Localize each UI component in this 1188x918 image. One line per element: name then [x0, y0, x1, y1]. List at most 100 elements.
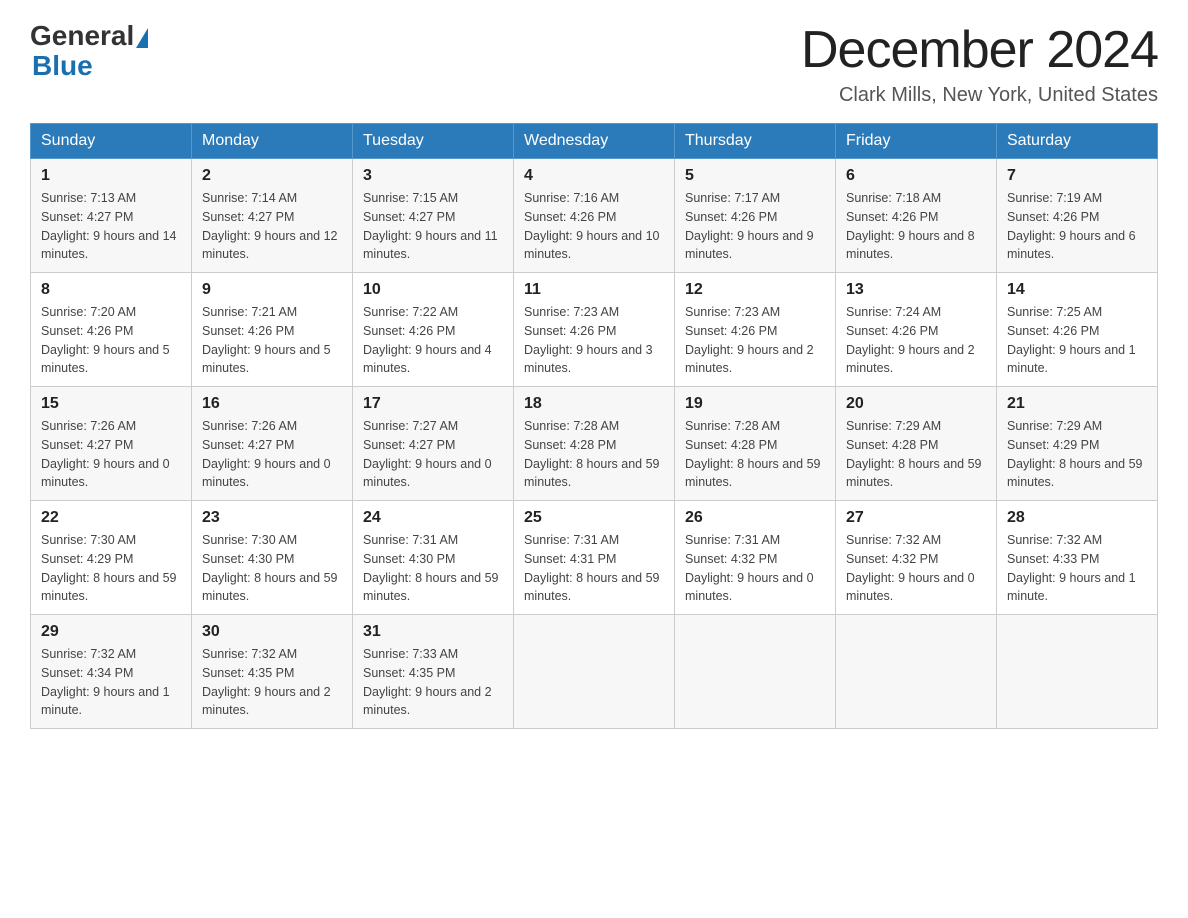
day-info: Sunrise: 7:22 AMSunset: 4:26 PMDaylight:…: [363, 303, 503, 378]
day-info: Sunrise: 7:27 AMSunset: 4:27 PMDaylight:…: [363, 417, 503, 492]
day-info: Sunrise: 7:26 AMSunset: 4:27 PMDaylight:…: [202, 417, 342, 492]
calendar-cell: 17 Sunrise: 7:27 AMSunset: 4:27 PMDayligh…: [353, 387, 514, 501]
day-info: Sunrise: 7:16 AMSunset: 4:26 PMDaylight:…: [524, 189, 664, 264]
day-info: Sunrise: 7:26 AMSunset: 4:27 PMDaylight:…: [41, 417, 181, 492]
day-number: 21: [1007, 395, 1147, 413]
weekday-header-tuesday: Tuesday: [353, 124, 514, 159]
day-number: 6: [846, 167, 986, 185]
calendar-cell: 27 Sunrise: 7:32 AMSunset: 4:32 PMDayligh…: [836, 501, 997, 615]
day-info: Sunrise: 7:28 AMSunset: 4:28 PMDaylight:…: [524, 417, 664, 492]
calendar-cell: [675, 615, 836, 729]
calendar-week-row: 8 Sunrise: 7:20 AMSunset: 4:26 PMDaylight…: [31, 273, 1158, 387]
day-info: Sunrise: 7:33 AMSunset: 4:35 PMDaylight:…: [363, 645, 503, 720]
calendar-cell: [836, 615, 997, 729]
logo-blue-text: Blue: [32, 50, 93, 81]
day-info: Sunrise: 7:17 AMSunset: 4:26 PMDaylight:…: [685, 189, 825, 264]
day-number: 26: [685, 509, 825, 527]
day-number: 13: [846, 281, 986, 299]
calendar-cell: 19 Sunrise: 7:28 AMSunset: 4:28 PMDayligh…: [675, 387, 836, 501]
day-info: Sunrise: 7:14 AMSunset: 4:27 PMDaylight:…: [202, 189, 342, 264]
month-title: December 2024: [801, 20, 1158, 80]
day-number: 20: [846, 395, 986, 413]
title-block: December 2024 Clark Mills, New York, Uni…: [801, 20, 1158, 107]
weekday-header-thursday: Thursday: [675, 124, 836, 159]
day-info: Sunrise: 7:32 AMSunset: 4:35 PMDaylight:…: [202, 645, 342, 720]
day-number: 11: [524, 281, 664, 299]
calendar-cell: 21 Sunrise: 7:29 AMSunset: 4:29 PMDayligh…: [997, 387, 1158, 501]
day-number: 15: [41, 395, 181, 413]
day-number: 14: [1007, 281, 1147, 299]
day-number: 23: [202, 509, 342, 527]
calendar-cell: 13 Sunrise: 7:24 AMSunset: 4:26 PMDayligh…: [836, 273, 997, 387]
calendar-cell: 11 Sunrise: 7:23 AMSunset: 4:26 PMDayligh…: [514, 273, 675, 387]
day-info: Sunrise: 7:28 AMSunset: 4:28 PMDaylight:…: [685, 417, 825, 492]
calendar-cell: 15 Sunrise: 7:26 AMSunset: 4:27 PMDayligh…: [31, 387, 192, 501]
calendar-cell: 14 Sunrise: 7:25 AMSunset: 4:26 PMDayligh…: [997, 273, 1158, 387]
weekday-header-monday: Monday: [192, 124, 353, 159]
calendar-cell: 2Sunrise: 7:14 AMSunset: 4:27 PMDaylight…: [192, 159, 353, 273]
day-info: Sunrise: 7:32 AMSunset: 4:34 PMDaylight:…: [41, 645, 181, 720]
day-info: Sunrise: 7:30 AMSunset: 4:29 PMDaylight:…: [41, 531, 181, 606]
day-info: Sunrise: 7:31 AMSunset: 4:31 PMDaylight:…: [524, 531, 664, 606]
day-number: 19: [685, 395, 825, 413]
weekday-header-saturday: Saturday: [997, 124, 1158, 159]
calendar-cell: 7 Sunrise: 7:19 AMSunset: 4:26 PMDaylight…: [997, 159, 1158, 273]
day-number: 31: [363, 623, 503, 641]
calendar-cell: [514, 615, 675, 729]
day-info: Sunrise: 7:15 AMSunset: 4:27 PMDaylight:…: [363, 189, 503, 264]
calendar-cell: 31 Sunrise: 7:33 AMSunset: 4:35 PMDayligh…: [353, 615, 514, 729]
day-number: 5: [685, 167, 825, 185]
calendar-table: SundayMondayTuesdayWednesdayThursdayFrid…: [30, 123, 1158, 729]
calendar-cell: 23Sunrise: 7:30 AMSunset: 4:30 PMDayligh…: [192, 501, 353, 615]
calendar-cell: 1 Sunrise: 7:13 AMSunset: 4:27 PMDaylight…: [31, 159, 192, 273]
day-number: 7: [1007, 167, 1147, 185]
day-info: Sunrise: 7:19 AMSunset: 4:26 PMDaylight:…: [1007, 189, 1147, 264]
day-number: 1: [41, 167, 181, 185]
day-number: 18: [524, 395, 664, 413]
calendar-cell: 26 Sunrise: 7:31 AMSunset: 4:32 PMDayligh…: [675, 501, 836, 615]
weekday-header-sunday: Sunday: [31, 124, 192, 159]
day-info: Sunrise: 7:21 AMSunset: 4:26 PMDaylight:…: [202, 303, 342, 378]
day-info: Sunrise: 7:29 AMSunset: 4:29 PMDaylight:…: [1007, 417, 1147, 492]
day-info: Sunrise: 7:31 AMSunset: 4:32 PMDaylight:…: [685, 531, 825, 606]
location-title: Clark Mills, New York, United States: [801, 84, 1158, 107]
day-info: Sunrise: 7:24 AMSunset: 4:26 PMDaylight:…: [846, 303, 986, 378]
day-number: 8: [41, 281, 181, 299]
calendar-cell: 16Sunrise: 7:26 AMSunset: 4:27 PMDayligh…: [192, 387, 353, 501]
day-number: 17: [363, 395, 503, 413]
calendar-cell: 29 Sunrise: 7:32 AMSunset: 4:34 PMDayligh…: [31, 615, 192, 729]
logo-general-text: General: [30, 20, 134, 52]
calendar-cell: 8 Sunrise: 7:20 AMSunset: 4:26 PMDaylight…: [31, 273, 192, 387]
day-info: Sunrise: 7:13 AMSunset: 4:27 PMDaylight:…: [41, 189, 181, 264]
day-info: Sunrise: 7:23 AMSunset: 4:26 PMDaylight:…: [685, 303, 825, 378]
calendar-cell: 4Sunrise: 7:16 AMSunset: 4:26 PMDaylight…: [514, 159, 675, 273]
calendar-cell: 28Sunrise: 7:32 AMSunset: 4:33 PMDayligh…: [997, 501, 1158, 615]
calendar-cell: 12 Sunrise: 7:23 AMSunset: 4:26 PMDayligh…: [675, 273, 836, 387]
day-number: 10: [363, 281, 503, 299]
day-info: Sunrise: 7:25 AMSunset: 4:26 PMDaylight:…: [1007, 303, 1147, 378]
day-number: 22: [41, 509, 181, 527]
weekday-header-wednesday: Wednesday: [514, 124, 675, 159]
calendar-cell: 30 Sunrise: 7:32 AMSunset: 4:35 PMDayligh…: [192, 615, 353, 729]
calendar-week-row: 15 Sunrise: 7:26 AMSunset: 4:27 PMDayligh…: [31, 387, 1158, 501]
day-number: 27: [846, 509, 986, 527]
calendar-cell: 10 Sunrise: 7:22 AMSunset: 4:26 PMDayligh…: [353, 273, 514, 387]
calendar-cell: [997, 615, 1158, 729]
day-number: 25: [524, 509, 664, 527]
day-info: Sunrise: 7:20 AMSunset: 4:26 PMDaylight:…: [41, 303, 181, 378]
day-number: 30: [202, 623, 342, 641]
day-number: 12: [685, 281, 825, 299]
logo-triangle-icon: [136, 28, 148, 48]
logo: General Blue: [30, 20, 148, 82]
day-info: Sunrise: 7:32 AMSunset: 4:32 PMDaylight:…: [846, 531, 986, 606]
weekday-header-friday: Friday: [836, 124, 997, 159]
day-number: 29: [41, 623, 181, 641]
calendar-cell: 25 Sunrise: 7:31 AMSunset: 4:31 PMDayligh…: [514, 501, 675, 615]
calendar-cell: 20Sunrise: 7:29 AMSunset: 4:28 PMDayligh…: [836, 387, 997, 501]
calendar-cell: 6Sunrise: 7:18 AMSunset: 4:26 PMDaylight…: [836, 159, 997, 273]
page-header: General Blue December 2024 Clark Mills, …: [30, 20, 1158, 107]
calendar-header-row: SundayMondayTuesdayWednesdayThursdayFrid…: [31, 124, 1158, 159]
calendar-week-row: 22 Sunrise: 7:30 AMSunset: 4:29 PMDayligh…: [31, 501, 1158, 615]
calendar-week-row: 1 Sunrise: 7:13 AMSunset: 4:27 PMDaylight…: [31, 159, 1158, 273]
day-info: Sunrise: 7:23 AMSunset: 4:26 PMDaylight:…: [524, 303, 664, 378]
